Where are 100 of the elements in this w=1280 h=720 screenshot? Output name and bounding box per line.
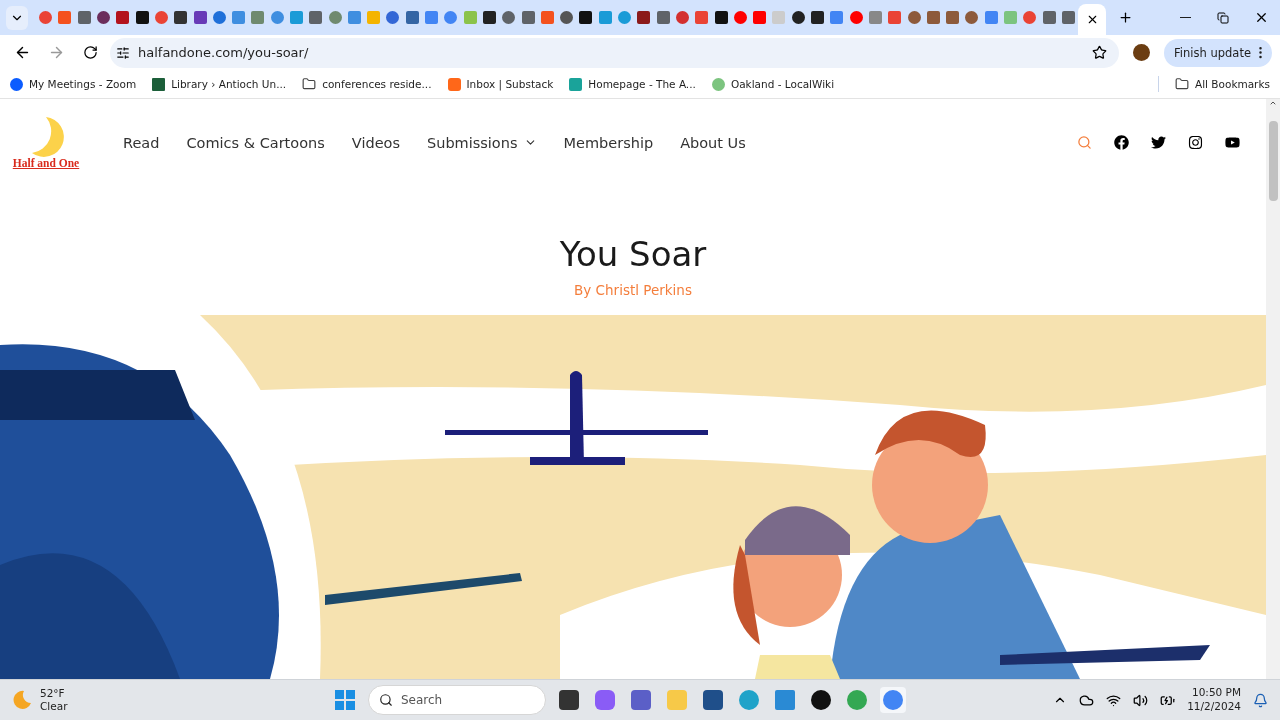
favicon-icon [791,11,805,24]
favicon-icon [77,11,91,24]
favicon-icon [868,11,882,24]
favicon-icon [714,11,728,24]
profile-avatar[interactable] [1133,44,1151,61]
favicon-icon [926,11,940,24]
all-bookmarks-link[interactable]: All Bookmarks [1174,77,1270,91]
favicon-icon [830,11,844,24]
favicon-icon [598,11,612,24]
bookmark-link[interactable]: Homepage - The A... [569,77,696,91]
favicon-icon [965,11,979,24]
article-title: You Soar [559,234,707,275]
taskbar-search-field[interactable]: Search [368,685,546,715]
bookmark-link[interactable]: Oakland - LocalWiki [711,77,835,91]
restore-icon [1217,11,1229,24]
favicon-icon [193,11,207,24]
logo-text[interactable]: Half and One [12,156,80,169]
tab-search-button[interactable] [6,5,28,30]
favicon-icon [772,11,786,24]
scrollbar-thumb[interactable] [1268,121,1278,201]
moon-icon [12,690,32,710]
favicon-icon [984,11,998,24]
favicon-icon [560,11,574,24]
favicon-icon [502,11,516,24]
twitter-icon[interactable] [1151,135,1166,151]
favicon-icon [656,11,670,24]
favicon-icon [1004,11,1017,24]
clock-date[interactable]: 11/2/2024 [1187,700,1241,714]
bookmark-favicon-icon [569,77,583,91]
favicon-icon [232,11,246,24]
favicon-icon [733,11,747,24]
favicon-icon [290,11,303,24]
favicon-icon [58,11,72,24]
favicon-icon [463,11,477,24]
favicon-icon [39,11,53,24]
favicon-icon [1061,11,1075,24]
reload-icon [82,45,98,60]
favicon-icon [579,11,593,24]
favicon-icon [270,11,284,24]
nav-link[interactable]: Submissions [427,134,537,151]
favicon-icon [482,11,496,24]
site-settings-icon[interactable] [116,45,130,60]
temperature-text: 52°F [40,687,66,700]
favicon-icon [888,11,902,24]
favicon-icon [174,11,188,24]
favicon-icon [251,11,265,24]
bookmark-link[interactable]: Inbox | Substack [447,77,554,91]
bookmark-favicon-icon [152,77,166,91]
minimize-icon [1179,16,1191,19]
favicon-icon [521,11,535,24]
favicon-icon [946,11,960,24]
favicon-icon [97,11,111,24]
search-icon [379,693,393,707]
favicon-icon [154,11,168,24]
nav-link[interactable]: Comics & Cartoons [186,134,325,151]
search-icon[interactable] [1077,135,1092,151]
favicon-icon [811,11,824,24]
favicon-icon [618,11,632,24]
bookmark-favicon-icon [447,77,461,91]
favicon-icon [425,11,439,24]
favicon-icon [753,11,767,24]
favicon-icon [444,11,458,24]
nav-link[interactable]: Read [123,134,160,151]
cloud-icon[interactable] [1079,692,1095,708]
wifi-icon[interactable] [1106,692,1122,708]
favicon-icon [405,11,419,24]
bookmark-star-icon[interactable] [1092,45,1108,60]
start-button[interactable] [332,687,358,713]
favicon-icon [637,11,651,24]
weather-condition-text: Clear [40,700,68,713]
favicon-icon [540,11,554,24]
favicon-icon [212,11,226,24]
notification-bell-icon[interactable] [1253,692,1268,708]
favicon-icon [675,11,689,24]
bookmark-link[interactable]: Library › Antioch Un... [152,77,287,91]
favicon-icon [309,11,323,24]
finish-update-button[interactable]: Finish update [1164,38,1272,67]
instagram-icon[interactable] [1188,135,1203,151]
facebook-icon[interactable] [1114,135,1129,151]
favicon-icon [907,11,921,24]
favicon-icon [386,11,400,24]
bookmark-link[interactable]: My Meetings - Zoom [10,77,137,91]
nav-link[interactable]: Membership [563,134,654,151]
volume-icon[interactable] [1133,692,1149,708]
favicon-icon [1042,11,1056,24]
favicon-icon [1023,11,1037,24]
clock-time[interactable]: 10:50 PM [1192,686,1241,700]
nav-link[interactable]: About Us [680,134,746,151]
bookmark-link[interactable]: conferences reside... [302,77,432,91]
favicon-icon [367,11,381,24]
plus-icon [1117,10,1133,25]
favicon-icon [328,11,342,24]
address-bar[interactable]: halfandone.com/you-soar/ [110,37,1120,68]
favicon-icon [347,11,361,24]
nav-link[interactable]: Videos [351,134,400,151]
favicon-icon [849,11,863,24]
scroll-up-icon[interactable] [1269,99,1277,107]
favicon-icon [135,11,149,24]
bookmark-favicon-icon [711,77,725,91]
bookmark-favicon-icon [10,77,23,91]
